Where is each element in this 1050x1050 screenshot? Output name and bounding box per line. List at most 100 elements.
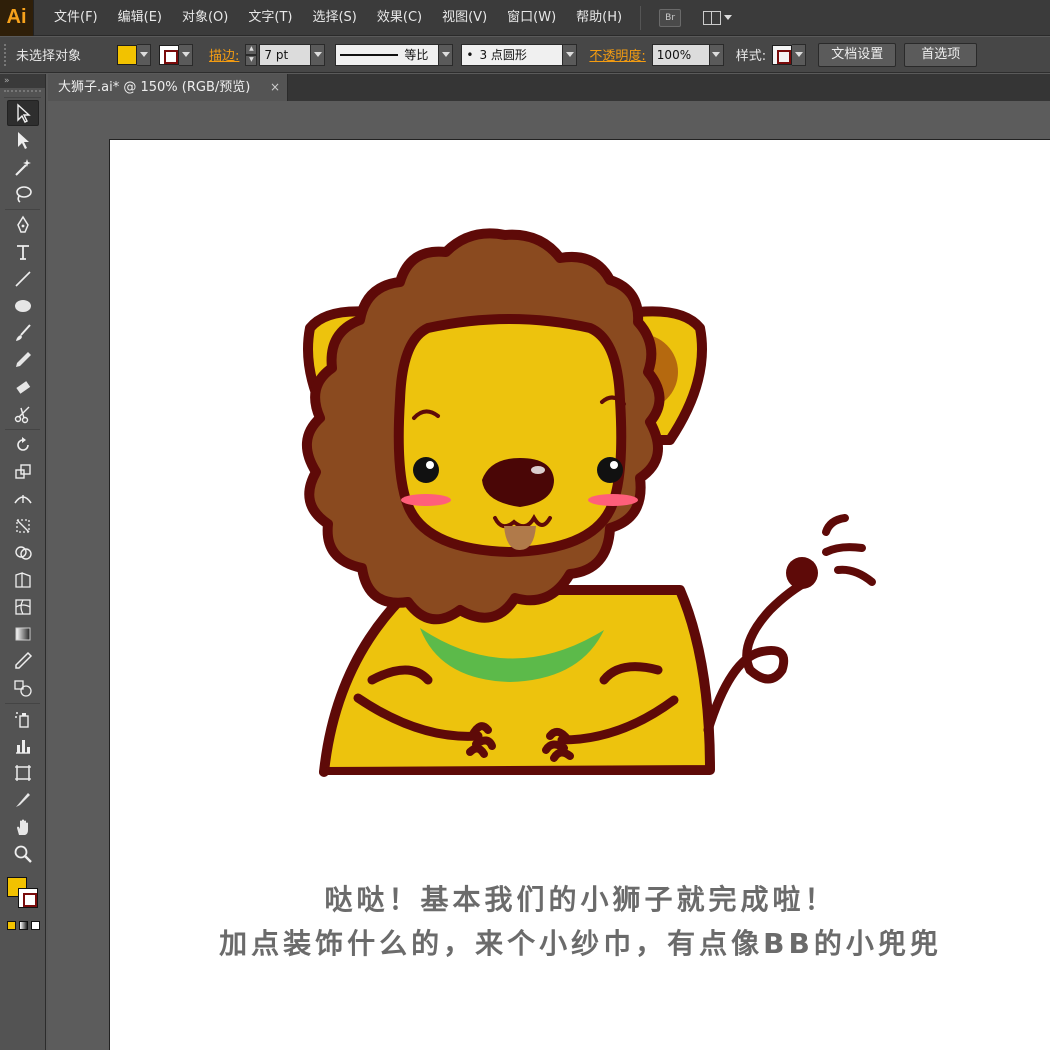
stroke-color-picker[interactable] bbox=[159, 43, 194, 66]
line-segment-tool[interactable] bbox=[7, 266, 39, 292]
menu-select[interactable]: 选择(S) bbox=[302, 0, 366, 36]
graphic-style-picker[interactable] bbox=[772, 43, 807, 66]
stroke-weight-field[interactable]: 7 pt bbox=[259, 43, 312, 66]
document-tab[interactable]: 大狮子.ai* @ 150% (RGB/预览) × bbox=[48, 74, 288, 101]
scale-tool[interactable] bbox=[7, 459, 39, 485]
blend-tool[interactable] bbox=[7, 675, 39, 701]
profile-dropdown[interactable] bbox=[439, 43, 454, 66]
left-blush bbox=[401, 494, 451, 506]
rotate-tool[interactable] bbox=[7, 432, 39, 458]
shape-builder-icon bbox=[15, 546, 32, 560]
stepper-up-icon[interactable]: ▲ bbox=[245, 43, 258, 55]
symbol-sprayer-icon bbox=[15, 712, 29, 728]
opacity-field[interactable]: 100% bbox=[651, 43, 710, 66]
fill-color-picker[interactable] bbox=[117, 43, 152, 66]
stroke-weight-dropdown[interactable] bbox=[311, 43, 326, 66]
menu-effect[interactable]: 效果(C) bbox=[367, 0, 432, 36]
control-bar-grip[interactable] bbox=[4, 43, 10, 66]
tool-divider bbox=[5, 703, 40, 704]
line-segment-icon bbox=[15, 271, 31, 287]
gradient-tool[interactable] bbox=[7, 621, 39, 647]
opacity-dropdown[interactable] bbox=[709, 43, 724, 66]
caption-line-1: 哒哒！基本我们的小狮子就完成啦！ bbox=[324, 883, 837, 916]
graphic-style-dropdown[interactable] bbox=[792, 43, 807, 66]
slice-tool[interactable] bbox=[7, 787, 39, 813]
chevron-down-icon bbox=[724, 15, 733, 20]
perspective-grid-tool[interactable] bbox=[7, 567, 39, 593]
variable-width-profile[interactable]: 等比 bbox=[335, 43, 440, 66]
menu-view[interactable]: 视图(V) bbox=[432, 0, 497, 36]
style-label: 样式: bbox=[735, 49, 767, 64]
artboard-tool[interactable] bbox=[7, 760, 39, 786]
menu-file[interactable]: 文件(F) bbox=[44, 0, 108, 36]
selection-arrow-icon bbox=[17, 103, 31, 123]
chevron-down-icon bbox=[181, 52, 190, 57]
brush-label: 3 点圆形 bbox=[479, 48, 527, 62]
direct-selection-tool[interactable] bbox=[7, 127, 39, 153]
left-eye bbox=[413, 457, 439, 483]
stroke-dropdown[interactable] bbox=[179, 43, 194, 66]
right-blush bbox=[588, 494, 638, 506]
pencil-tool[interactable] bbox=[7, 347, 39, 373]
arrange-documents-button[interactable] bbox=[703, 10, 733, 25]
close-icon[interactable]: × bbox=[270, 74, 280, 101]
profile-label: 等比 bbox=[404, 48, 429, 62]
zoom-tool[interactable] bbox=[7, 841, 39, 867]
document-tab-title: 大狮子.ai* @ 150% (RGB/预览) bbox=[58, 80, 251, 95]
brush-definition[interactable]: • 3 点圆形 bbox=[461, 43, 564, 66]
eyedropper-tool[interactable] bbox=[7, 648, 39, 674]
menu-object[interactable]: 对象(O) bbox=[172, 0, 238, 36]
tool-divider bbox=[5, 429, 40, 430]
color-mode-icon[interactable] bbox=[7, 921, 16, 930]
ellipse-tool[interactable] bbox=[7, 293, 39, 319]
artboard[interactable]: 哒哒！基本我们的小狮子就完成啦！ 加点装饰什么的，来个小纱巾，有点像BB的小兜兜 bbox=[109, 139, 1050, 1050]
mesh-tool[interactable] bbox=[7, 594, 39, 620]
menu-bar: Ai 文件(F) 编辑(E) 对象(O) 文字(T) 选择(S) 效果(C) 视… bbox=[0, 0, 1050, 36]
paintbrush-tool[interactable] bbox=[7, 320, 39, 346]
type-t-icon bbox=[17, 245, 29, 260]
scissors-tool[interactable] bbox=[7, 401, 39, 427]
chevron-down-icon bbox=[712, 52, 721, 57]
gradient-icon bbox=[15, 627, 31, 641]
panel-grip[interactable] bbox=[4, 90, 41, 98]
panel-collapse-button[interactable]: » bbox=[0, 74, 45, 88]
line-sample-icon bbox=[340, 53, 399, 56]
selection-tool[interactable] bbox=[7, 100, 39, 126]
width-tool[interactable] bbox=[7, 486, 39, 512]
slice-knife-icon bbox=[16, 793, 30, 807]
preferences-button[interactable]: 首选项 bbox=[904, 42, 978, 67]
chevron-down-icon bbox=[139, 52, 148, 57]
column-graph-tool[interactable] bbox=[7, 733, 39, 759]
document-setup-button[interactable]: 文档设置 bbox=[818, 42, 897, 67]
blend-icon bbox=[14, 680, 32, 697]
stroke-color-box[interactable] bbox=[18, 888, 38, 908]
bridge-button[interactable]: Br bbox=[659, 8, 682, 27]
menu-type[interactable]: 文字(T) bbox=[238, 0, 302, 36]
blob-brush-tool[interactable] bbox=[7, 374, 39, 400]
menu-edit[interactable]: 编辑(E) bbox=[108, 0, 172, 36]
lasso-tool[interactable] bbox=[7, 181, 39, 207]
fill-stroke-widget[interactable] bbox=[0, 871, 45, 917]
symbol-sprayer-tool[interactable] bbox=[7, 706, 39, 732]
chevron-down-icon bbox=[441, 52, 450, 57]
ellipse-icon bbox=[15, 300, 31, 312]
hand-tool[interactable] bbox=[7, 814, 39, 840]
menu-help[interactable]: 帮助(H) bbox=[566, 0, 632, 36]
stepper-down-icon[interactable]: ▼ bbox=[245, 54, 258, 66]
fill-dropdown[interactable] bbox=[137, 43, 152, 66]
menu-window[interactable]: 窗口(W) bbox=[497, 0, 566, 36]
document-tab-strip: 大狮子.ai* @ 150% (RGB/预览) × bbox=[48, 74, 1050, 101]
none-mode-icon[interactable] bbox=[31, 921, 40, 930]
brush-dropdown[interactable] bbox=[563, 43, 578, 66]
free-transform-tool[interactable] bbox=[7, 513, 39, 539]
canvas-area[interactable]: 哒哒！基本我们的小狮子就完成啦！ 加点装饰什么的，来个小纱巾，有点像BB的小兜兜 bbox=[48, 101, 1050, 1050]
pen-nib-icon bbox=[17, 215, 29, 233]
opacity-label[interactable]: 不透明度: bbox=[589, 45, 645, 64]
type-tool[interactable] bbox=[7, 239, 39, 265]
stroke-label[interactable]: 描边: bbox=[209, 45, 239, 64]
magic-wand-tool[interactable] bbox=[7, 154, 39, 180]
stroke-weight-stepper[interactable]: ▲ ▼ bbox=[245, 43, 258, 66]
shape-builder-tool[interactable] bbox=[7, 540, 39, 566]
pen-tool[interactable] bbox=[7, 212, 39, 238]
gradient-mode-icon[interactable] bbox=[19, 921, 28, 930]
